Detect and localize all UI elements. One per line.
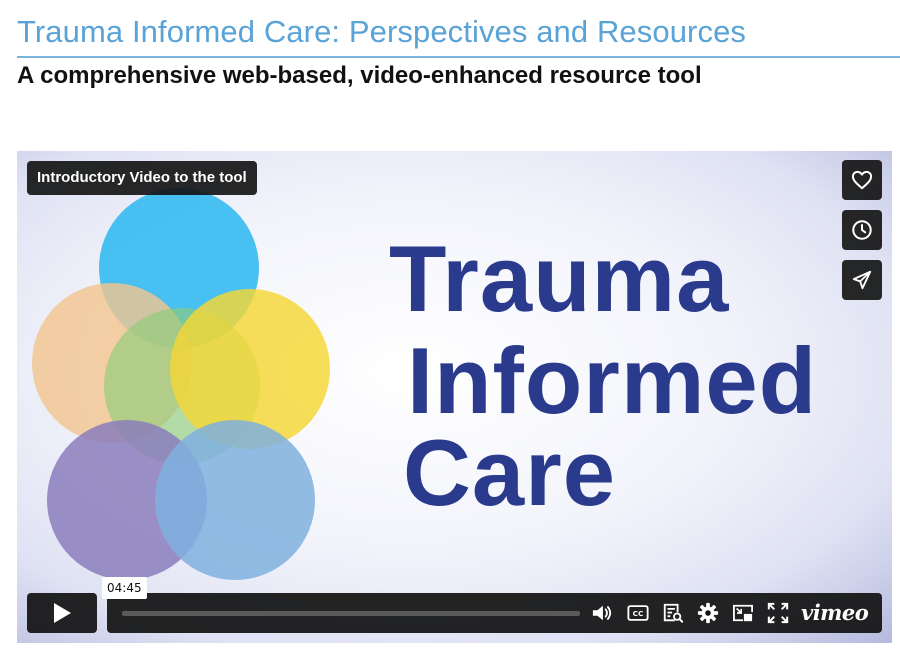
like-button[interactable] (842, 160, 882, 200)
transcript-icon (663, 603, 684, 623)
poster-word-3: Care (403, 420, 616, 525)
vimeo-logo[interactable]: vimeo (801, 599, 871, 627)
control-bar: CC vimeo (107, 593, 882, 633)
gear-icon (697, 602, 719, 624)
circles-logo (32, 188, 330, 580)
clock-icon (852, 220, 872, 240)
poster-word-1: Trauma (389, 226, 729, 331)
page-title: Trauma Informed Care: Perspectives and R… (17, 14, 747, 49)
time-tooltip: 04:45 (102, 577, 147, 599)
share-button[interactable] (842, 260, 882, 300)
fullscreen-button[interactable] (766, 602, 790, 624)
poster-word-2: Informed (407, 328, 817, 433)
video-title[interactable]: Introductory Video to the tool (27, 161, 257, 195)
watch-later-button[interactable] (842, 210, 882, 250)
video-player[interactable]: Trauma Informed Care Introductory Video … (17, 151, 892, 643)
fullscreen-icon (767, 602, 789, 624)
heart-icon (851, 170, 873, 190)
volume-icon (592, 605, 612, 621)
volume-button[interactable] (590, 602, 614, 624)
progress-bar[interactable] (122, 611, 580, 616)
captions-button[interactable]: CC (626, 602, 650, 624)
pip-icon (733, 604, 753, 622)
title-divider (17, 56, 900, 58)
page-subtitle: A comprehensive web-based, video-enhance… (17, 62, 702, 89)
play-icon (54, 603, 71, 623)
transcript-button[interactable] (661, 602, 685, 624)
cc-icon: CC (627, 605, 649, 621)
settings-button[interactable] (696, 602, 720, 624)
svg-text:CC: CC (633, 609, 644, 618)
picture-in-picture-button[interactable] (731, 602, 755, 624)
video-poster[interactable]: Trauma Informed Care (17, 151, 892, 643)
logo-circle-blue (155, 420, 315, 580)
play-button[interactable] (27, 593, 97, 633)
paper-plane-icon (852, 270, 872, 290)
